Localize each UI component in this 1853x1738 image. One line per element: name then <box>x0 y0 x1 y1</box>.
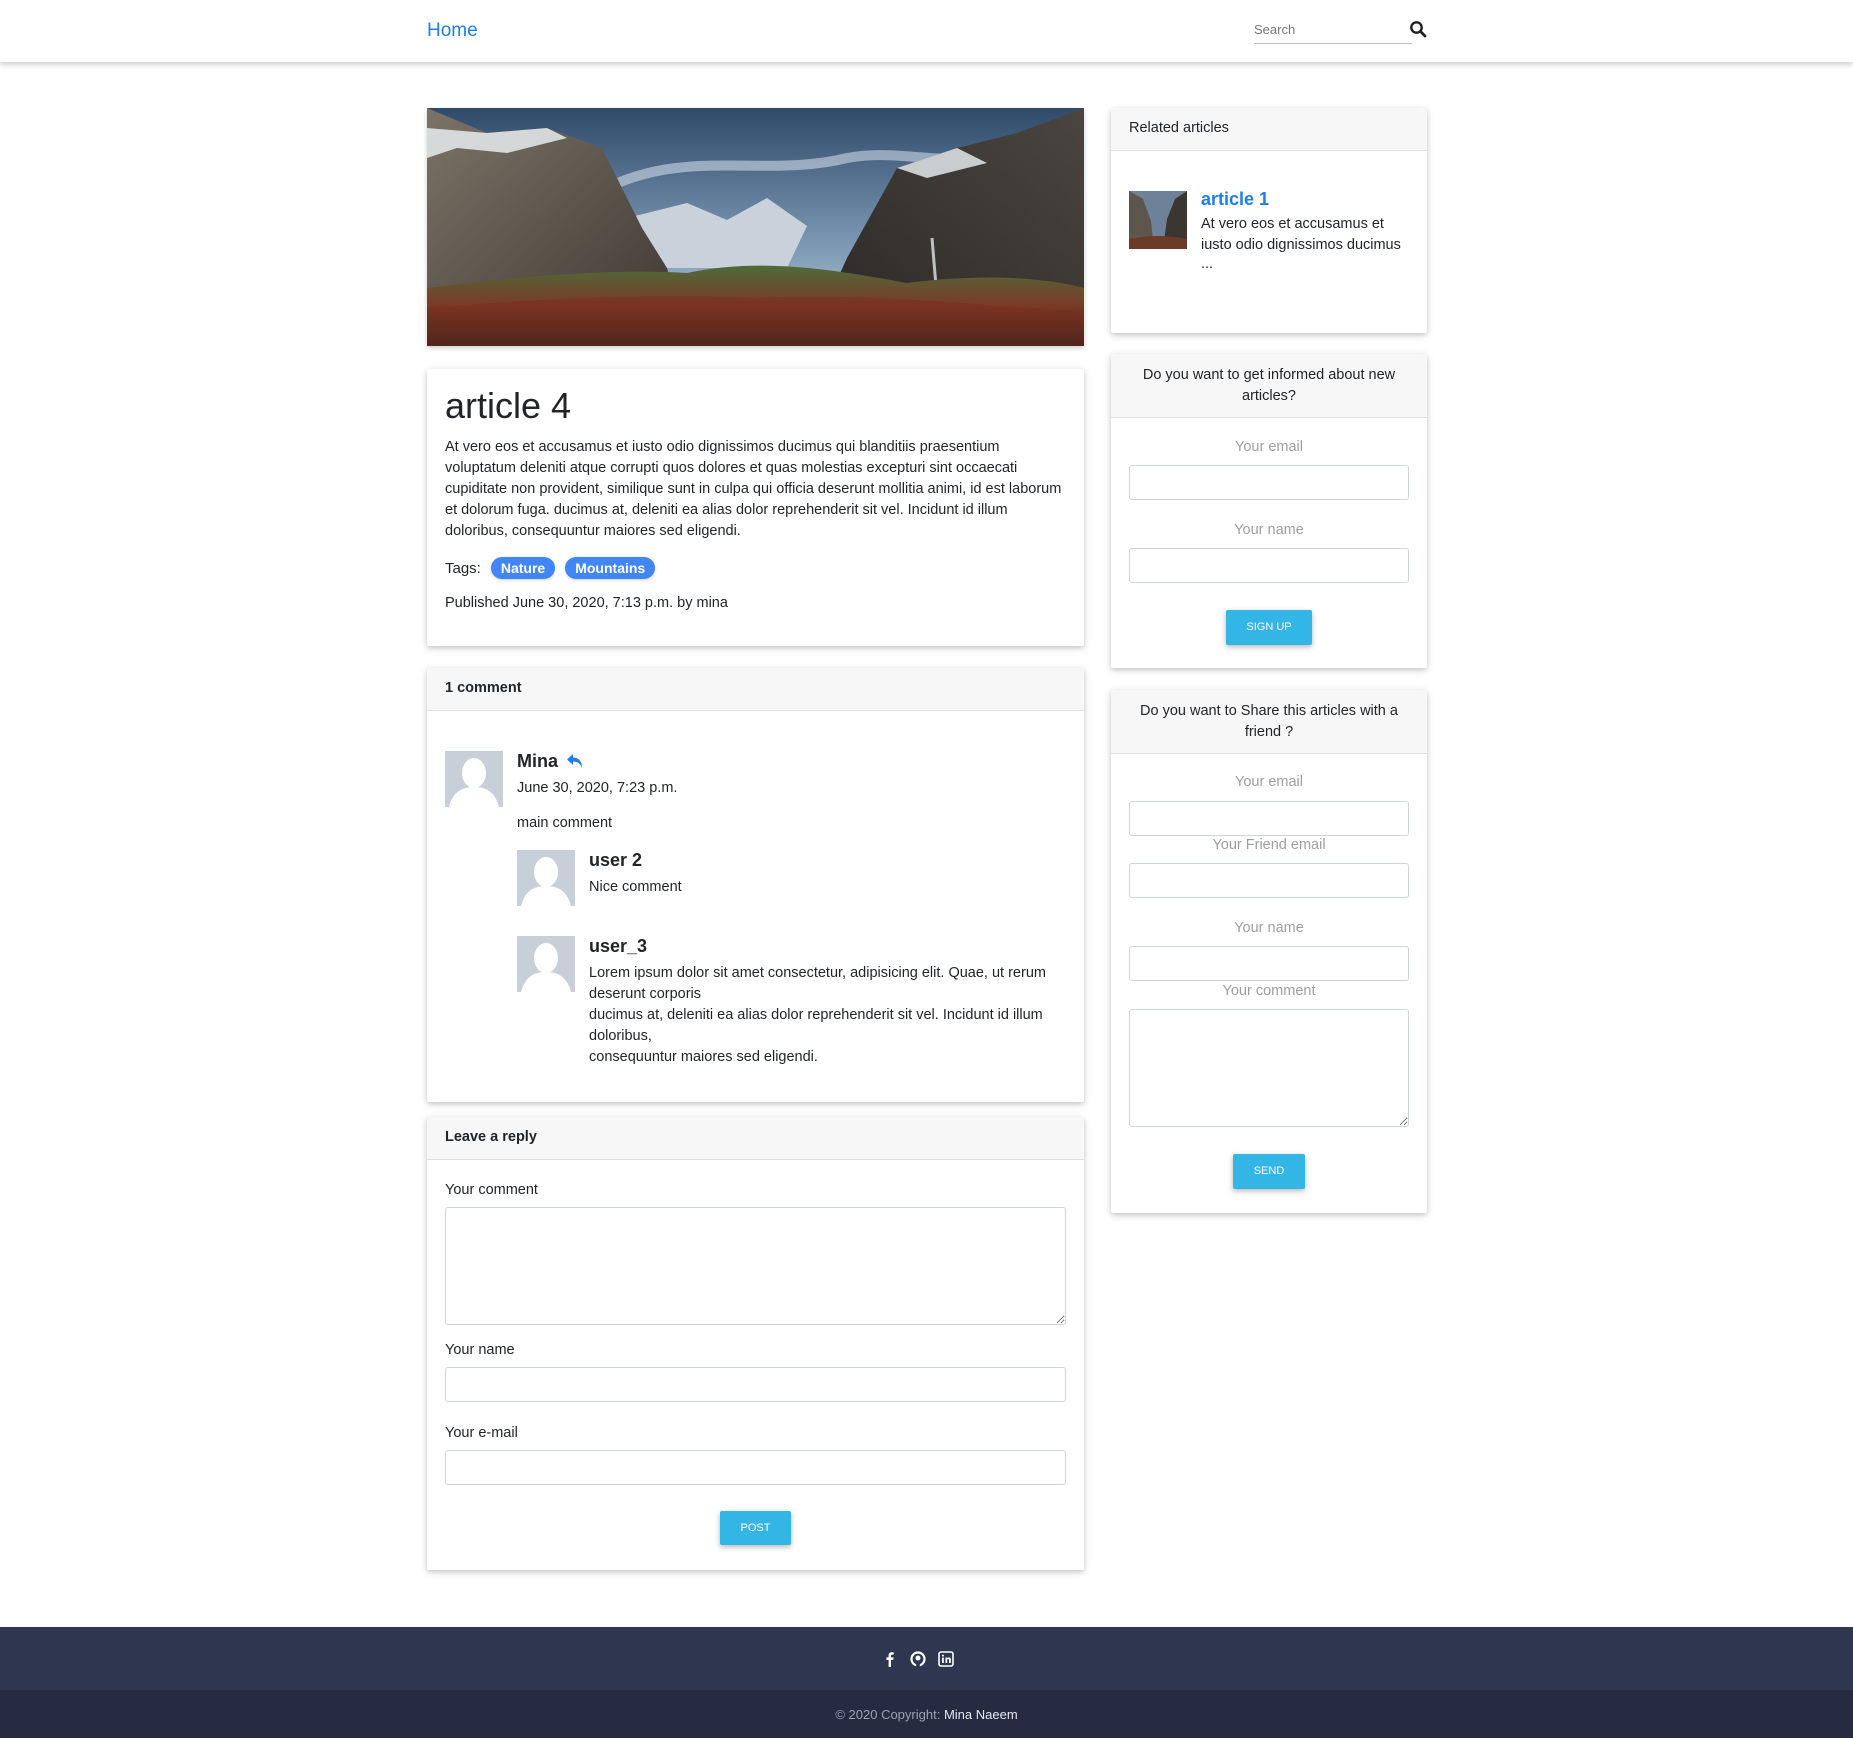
reply-icon[interactable] <box>566 753 584 773</box>
related-header: Related articles <box>1111 108 1427 151</box>
comment-author-name: Mina <box>517 751 559 771</box>
reply-text: Lorem ipsum dolor sit amet consectetur, … <box>589 963 1059 1068</box>
newsletter-email-input[interactable] <box>1129 465 1409 500</box>
navbar: Home <box>0 0 1853 62</box>
tag-mountains[interactable]: Mountains <box>565 557 656 579</box>
comments-card: 1 comment Mina June 30, 2020, 7:23 p.m. … <box>427 668 1084 1102</box>
share-name-input[interactable] <box>1129 946 1409 981</box>
search-input[interactable] <box>1254 16 1412 43</box>
linkedin-icon[interactable] <box>938 1651 954 1667</box>
article-hero-image <box>427 108 1084 346</box>
email-input[interactable] <box>445 1450 1066 1485</box>
share-title: Do you want to Share this articles with … <box>1140 703 1398 740</box>
copyright-owner[interactable]: Mina Naeem <box>944 1707 1018 1722</box>
email-label: Your e-mail <box>445 1425 518 1441</box>
send-button[interactable]: SEND <box>1233 1154 1305 1189</box>
related-item[interactable]: article 1 At vero eos et accusamus et iu… <box>1129 189 1419 291</box>
newsletter-email-label: Your email <box>1235 439 1303 455</box>
share-comment-label: Your comment <box>1222 983 1316 999</box>
share-email-input[interactable] <box>1129 801 1409 836</box>
share-friend-email-label: Your Friend email <box>1212 837 1326 853</box>
name-input[interactable] <box>445 1367 1066 1402</box>
newsletter-card: Do you want to get informed about new ar… <box>1111 354 1427 668</box>
copyright-prefix: © 2020 Copyright: <box>835 1707 941 1722</box>
reply-line: ducimus at, deleniti ea alias dolor repr… <box>589 1007 1043 1044</box>
reply-line: consequuntur maiores sed eligendi. <box>589 1049 818 1065</box>
share-name-label: Your name <box>1234 920 1304 936</box>
footer-social <box>0 1627 1853 1690</box>
tags-label: Tags: <box>445 559 481 577</box>
share-comment-textarea[interactable] <box>1129 1009 1409 1127</box>
newsletter-header: Do you want to get informed about new ar… <box>1111 354 1427 418</box>
newsletter-name-label: Your name <box>1234 522 1304 538</box>
share-header: Do you want to Share this articles with … <box>1111 690 1427 754</box>
avatar <box>445 751 503 807</box>
sign-up-button[interactable]: SIGN UP <box>1226 610 1312 645</box>
comment-text: main comment <box>517 815 613 831</box>
reply-line: Lorem ipsum dolor sit amet consectetur, … <box>589 965 1046 1002</box>
article-body: At vero eos et accusamus et iusto odio d… <box>445 439 1062 539</box>
related-item-title[interactable]: article 1 <box>1201 189 1269 210</box>
name-label: Your name <box>445 1342 515 1358</box>
share-friend-email-input[interactable] <box>1129 863 1409 898</box>
newsletter-name-input[interactable] <box>1129 548 1409 583</box>
avatar <box>517 936 575 992</box>
reply-form-header: Leave a reply <box>427 1117 1084 1160</box>
avatar <box>517 850 575 906</box>
reply-text: Nice comment <box>589 879 682 895</box>
tags-row: Tags: Nature Mountains <box>445 557 656 579</box>
newsletter-title: Do you want to get informed about new ar… <box>1142 367 1396 404</box>
reply-form-card: Leave a reply Your comment Your name You… <box>427 1117 1084 1570</box>
article-title: article 4 <box>445 385 572 426</box>
comment-label: Your comment <box>445 1182 538 1198</box>
copyright-text: © 2020 Copyright: Mina Naeem <box>0 1707 1853 1722</box>
published-info: Published June 30, 2020, 7:13 p.m. by mi… <box>445 595 728 611</box>
comments-header: 1 comment <box>427 668 1084 711</box>
search-icon[interactable] <box>1409 20 1429 40</box>
post-button[interactable]: POST <box>720 1511 791 1545</box>
tag-nature[interactable]: Nature <box>490 557 556 579</box>
reply-form-title: Leave a reply <box>445 1129 537 1145</box>
share-email-label: Your email <box>1235 774 1303 790</box>
comment-author: Mina <box>517 751 584 773</box>
facebook-icon[interactable] <box>882 1651 898 1667</box>
related-articles-card: Related articles article 1 At vero eos e… <box>1111 108 1427 333</box>
related-thumbnail <box>1129 191 1187 249</box>
related-item-excerpt: At vero eos et accusamus et iusto odio d… <box>1201 216 1401 253</box>
article-card: article 4 At vero eos et accusamus et iu… <box>427 369 1084 646</box>
reply-author: user_3 <box>589 936 648 956</box>
share-card: Do you want to Share this articles with … <box>1111 690 1427 1213</box>
github-icon[interactable] <box>910 1651 926 1667</box>
comments-count: 1 comment <box>445 680 522 696</box>
related-item-ellipsis: ... <box>1201 256 1214 272</box>
related-title: Related articles <box>1129 120 1229 136</box>
comment-date: June 30, 2020, 7:23 p.m. <box>517 780 678 796</box>
search-field <box>1254 16 1412 44</box>
home-link[interactable]: Home <box>427 20 478 42</box>
reply-author: user 2 <box>589 850 643 870</box>
footer-copyright: © 2020 Copyright: Mina Naeem <box>0 1690 1853 1738</box>
comment-textarea[interactable] <box>445 1207 1066 1325</box>
